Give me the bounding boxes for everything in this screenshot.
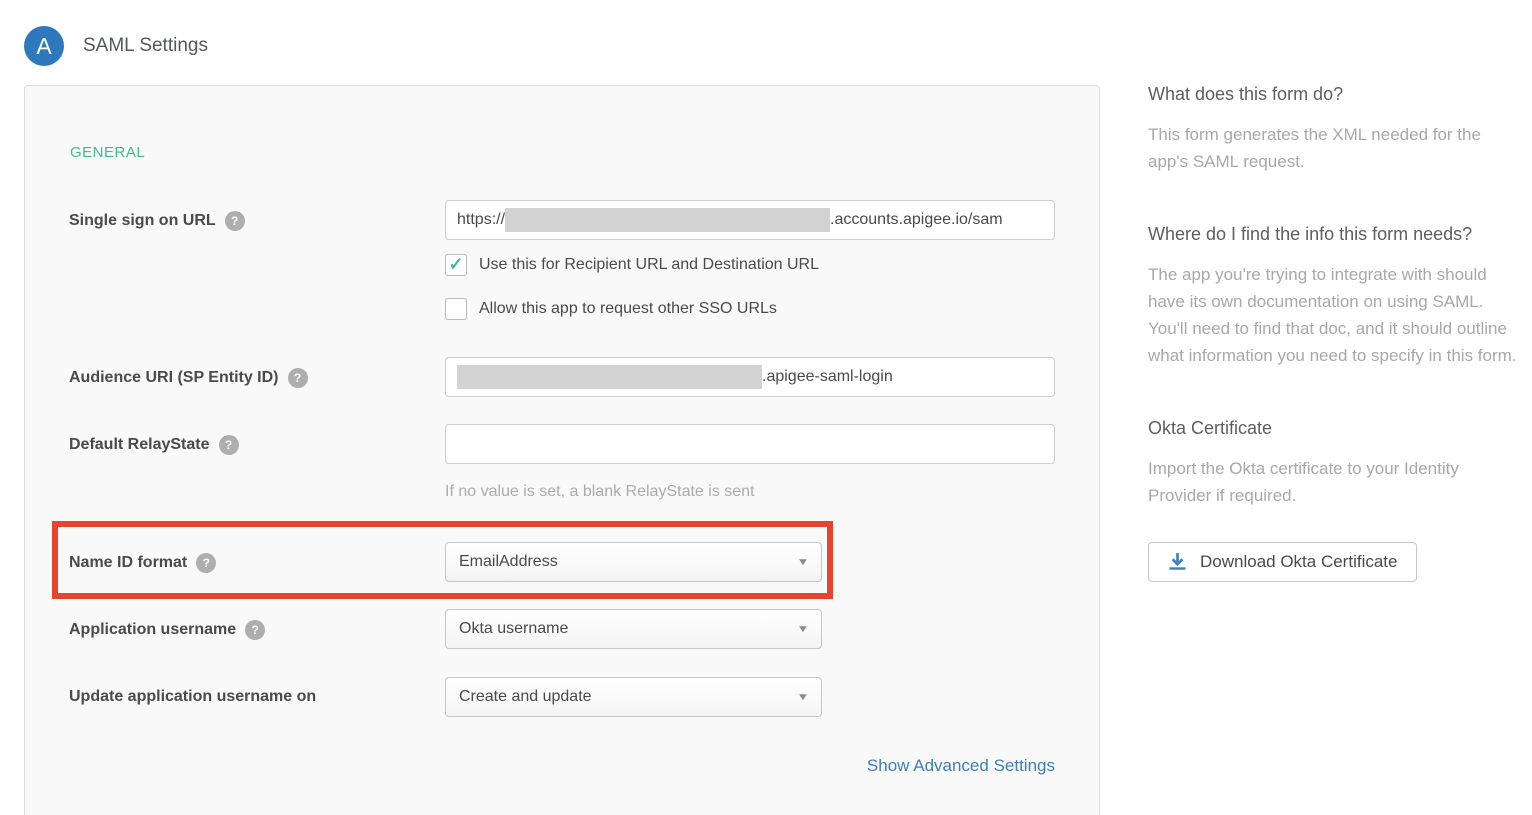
page-header: A SAML Settings — [0, 0, 1532, 66]
default-relaystate-label: Default RelayState — [69, 436, 210, 454]
recipient-url-checkbox-row: ✓ Use this for Recipient URL and Destina… — [445, 254, 1055, 276]
sidebar-body-text: The app you're trying to integrate with … — [1148, 261, 1523, 369]
help-icon[interactable]: ? — [225, 211, 245, 231]
default-relaystate-label-group: Default RelayState ? — [69, 424, 445, 455]
step-a-badge: A — [24, 26, 64, 66]
name-id-format-select[interactable]: EmailAddress ▼ — [445, 542, 822, 582]
sso-url-prefix: https:// — [457, 211, 505, 229]
default-relaystate-controls: If no value is set, a blank RelayState i… — [445, 424, 1055, 501]
default-relaystate-input[interactable] — [445, 424, 1055, 464]
application-username-value: Okta username — [459, 620, 568, 638]
chevron-down-icon: ▼ — [797, 557, 810, 568]
download-icon — [1168, 552, 1187, 571]
sidebar-body-text: Import the Okta certificate to your Iden… — [1148, 455, 1523, 509]
sidebar-heading: Where do I find the info this form needs… — [1148, 224, 1523, 245]
update-username-label: Update application username on — [69, 688, 316, 706]
relaystate-hint: If no value is set, a blank RelayState i… — [445, 483, 1055, 501]
single-sign-on-url-controls: https:// .accounts.apigee.io/sam ✓ Use t… — [445, 200, 1055, 320]
other-sso-checkbox-row: Allow this app to request other SSO URLs — [445, 298, 1055, 320]
help-icon[interactable]: ? — [245, 620, 265, 640]
chevron-down-icon: ▼ — [797, 692, 810, 703]
recipient-url-checkbox[interactable]: ✓ — [445, 254, 467, 276]
advanced-settings-row: Show Advanced Settings — [69, 756, 1055, 776]
redacted-block — [457, 365, 762, 389]
download-okta-certificate-button[interactable]: Download Okta Certificate — [1148, 542, 1417, 582]
audience-uri-controls: .apigee-saml-login — [445, 357, 1055, 397]
sidebar-heading: What does this form do? — [1148, 84, 1523, 105]
sidebar-section-certificate: Okta Certificate Import the Okta certifi… — [1148, 418, 1523, 509]
sidebar-section-what: What does this form do? This form genera… — [1148, 84, 1523, 175]
audience-uri-row: Audience URI (SP Entity ID) ? .apigee-sa… — [69, 357, 1055, 397]
sidebar-section-where: Where do I find the info this form needs… — [1148, 224, 1523, 369]
single-sign-on-url-input[interactable]: https:// .accounts.apigee.io/sam — [445, 200, 1055, 240]
single-sign-on-url-label: Single sign on URL — [69, 212, 216, 230]
help-icon[interactable]: ? — [196, 553, 216, 573]
name-id-format-value: EmailAddress — [459, 553, 558, 571]
audience-uri-input[interactable]: .apigee-saml-login — [445, 357, 1055, 397]
update-username-select[interactable]: Create and update ▼ — [445, 677, 822, 717]
help-icon[interactable]: ? — [288, 368, 308, 388]
saml-settings-page: A SAML Settings GENERAL Single sign on U… — [0, 0, 1532, 815]
page-title: SAML Settings — [83, 35, 208, 57]
recipient-url-checkbox-label: Use this for Recipient URL and Destinati… — [479, 256, 819, 274]
sso-url-suffix: .accounts.apigee.io/sam — [830, 211, 1003, 229]
general-section-title: GENERAL — [70, 144, 1055, 161]
name-id-format-label: Name ID format — [69, 554, 187, 572]
application-username-controls: Okta username ▼ — [445, 609, 1055, 649]
saml-settings-panel: GENERAL Single sign on URL ? https:// .a… — [24, 85, 1100, 815]
download-button-label: Download Okta Certificate — [1200, 552, 1397, 572]
redacted-block — [505, 208, 830, 232]
update-username-controls: Create and update ▼ — [445, 677, 1055, 717]
update-username-row: Update application username on Create an… — [69, 677, 1055, 717]
update-username-value: Create and update — [459, 688, 592, 706]
audience-uri-label: Audience URI (SP Entity ID) — [69, 369, 279, 387]
application-username-label-group: Application username ? — [69, 609, 445, 640]
audience-uri-label-group: Audience URI (SP Entity ID) ? — [69, 357, 445, 388]
application-username-select[interactable]: Okta username ▼ — [445, 609, 822, 649]
name-id-format-label-group: Name ID format ? — [69, 542, 445, 573]
audience-uri-suffix: .apigee-saml-login — [762, 368, 893, 386]
other-sso-checkbox-label: Allow this app to request other SSO URLs — [479, 300, 777, 318]
name-id-format-controls: EmailAddress ▼ — [445, 542, 827, 582]
sidebar-body-text: This form generates the XML needed for t… — [1148, 121, 1523, 175]
name-id-format-highlight: Name ID format ? EmailAddress ▼ — [52, 521, 833, 599]
check-icon: ✓ — [448, 255, 463, 273]
update-username-label-group: Update application username on — [69, 677, 445, 706]
show-advanced-settings-link[interactable]: Show Advanced Settings — [867, 756, 1055, 775]
default-relaystate-row: Default RelayState ? If no value is set,… — [69, 424, 1055, 501]
help-sidebar: What does this form do? This form genera… — [1148, 84, 1523, 582]
sidebar-heading: Okta Certificate — [1148, 418, 1523, 439]
single-sign-on-url-label-group: Single sign on URL ? — [69, 200, 445, 231]
single-sign-on-url-row: Single sign on URL ? https:// .accounts.… — [69, 200, 1055, 320]
application-username-row: Application username ? Okta username ▼ — [69, 609, 1055, 649]
application-username-label: Application username — [69, 621, 236, 639]
help-icon[interactable]: ? — [219, 435, 239, 455]
other-sso-checkbox[interactable] — [445, 298, 467, 320]
chevron-down-icon: ▼ — [797, 624, 810, 635]
